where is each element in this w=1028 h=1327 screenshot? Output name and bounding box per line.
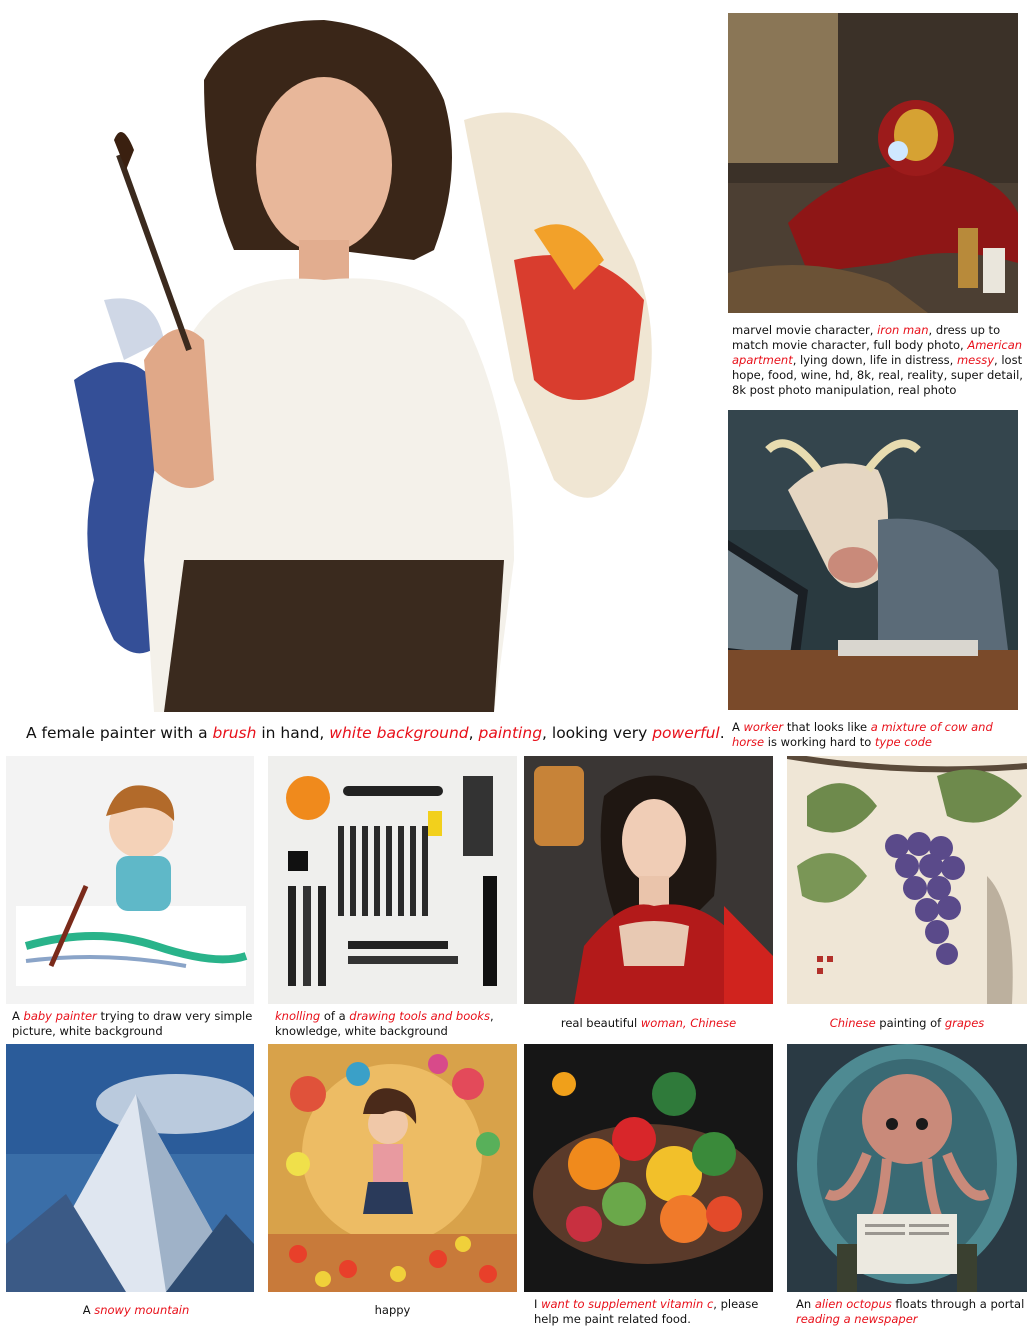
happy-girl-image [268,1044,517,1292]
caption-text: A [732,720,744,734]
vitamin-c-caption: I want to supplement vitamin c, please h… [534,1297,774,1327]
caption-highlight: reading a newspaper [796,1312,918,1326]
caption-highlight: white background [329,724,469,742]
caption-text: happy [374,1303,411,1317]
caption-text: , lying down, life in distress, [792,353,957,367]
alien-octopus-image [787,1044,1027,1292]
caption-highlight: knolling [275,1009,321,1023]
caption-text: that looks like [783,720,871,734]
caption-text: floats through a portal [891,1297,1025,1311]
iron-man-image [728,13,1018,313]
knolling-tools-caption: knolling of a drawing tools and books, k… [275,1009,520,1039]
caption-text: is working hard to [764,735,875,749]
snowy-mountain-image [6,1044,254,1292]
caption-text: marvel movie character, [732,323,878,337]
knolling-tools-image [268,756,517,1004]
caption-highlight: powerful [652,724,720,742]
chinese-grapes-caption: Chinese painting of grapes [787,1016,1027,1031]
caption-highlight: iron man [877,323,929,337]
caption-highlight: drawing tools and books [349,1009,490,1023]
caption-highlight: messy [956,353,995,367]
caption-text: I [534,1297,542,1311]
caption-text: A [82,1303,95,1317]
caption-highlight: worker [743,720,784,734]
caption-text: , looking very [542,724,653,742]
caption-highlight: painting [478,724,543,742]
caption-highlight: snowy mountain [94,1303,190,1317]
baby-painter-caption: A baby painter trying to draw very simpl… [12,1009,257,1039]
chinese-woman-image [524,756,773,1004]
alien-octopus-caption: An alien octopus floats through a portal… [796,1297,1028,1327]
caption-text: An [796,1297,815,1311]
iron-man-caption: marvel movie character, iron man, dress … [732,323,1024,398]
caption-highlight: grapes [944,1016,985,1030]
vitamin-c-food-image [524,1044,773,1292]
caption-highlight: woman, Chinese [640,1016,737,1030]
chinese-woman-caption: real beautiful woman, Chinese [524,1016,773,1031]
caption-highlight: baby painter [23,1009,97,1023]
snowy-mountain-caption: A snowy mountain [6,1303,266,1318]
caption-text: , [468,724,479,742]
caption-highlight: Chinese [829,1016,876,1030]
main-caption: A female painter with a brush in hand, w… [26,723,726,743]
happy-caption: happy [268,1303,517,1318]
caption-text: of a [320,1009,350,1023]
caption-highlight: brush [212,724,257,742]
caption-highlight: want to supplement vitamin c [541,1297,714,1311]
caption-text: A [12,1009,24,1023]
cow-horse-worker-image [728,410,1018,710]
caption-text: A female painter with a [26,724,213,742]
chinese-grapes-painting-image [787,756,1027,1004]
caption-highlight: alien octopus [814,1297,892,1311]
caption-highlight: type code [874,735,933,749]
female-painter-image [34,0,702,712]
baby-painter-image [6,756,254,1004]
caption-text: in hand, [256,724,330,742]
caption-text: real beautiful [560,1016,641,1030]
cow-horse-worker-caption: A worker that looks like a mixture of co… [732,720,1022,750]
caption-text: . [719,724,725,742]
caption-text: painting of [875,1016,945,1030]
